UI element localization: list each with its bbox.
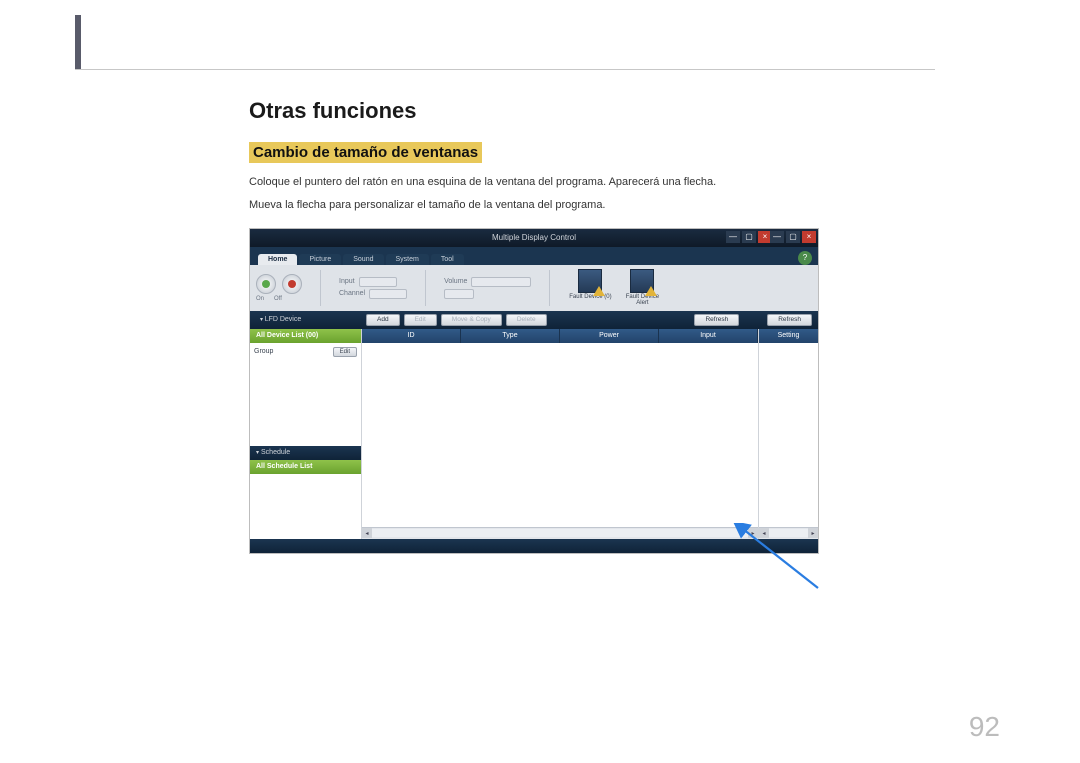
separator bbox=[425, 270, 426, 306]
page-heading: Otras funciones bbox=[249, 98, 939, 124]
lfd-device-section[interactable]: LFD Device bbox=[256, 316, 362, 323]
ribbon-toolbar: On Off Input Channel Volume bbox=[250, 265, 818, 311]
tab-system[interactable]: System bbox=[386, 254, 429, 265]
edit-button[interactable]: Edit bbox=[404, 314, 437, 326]
col-input[interactable]: Input bbox=[659, 329, 758, 343]
tab-sound[interactable]: Sound bbox=[343, 254, 383, 265]
close-button-2[interactable]: × bbox=[802, 231, 816, 243]
horizontal-scrollbar-2[interactable]: ◂ ▸ bbox=[759, 527, 818, 539]
sidebar-edit-button[interactable]: Edit bbox=[333, 347, 357, 357]
section-subheading: Cambio de tamaño de ventanas bbox=[249, 142, 482, 163]
refresh-button[interactable]: Refresh bbox=[694, 314, 739, 326]
main-split: All Device List (00) Group Edit Schedule… bbox=[250, 329, 818, 539]
move-copy-button[interactable]: Move & Copy bbox=[441, 314, 502, 326]
section-marker bbox=[75, 15, 81, 69]
power-off-icon bbox=[288, 280, 296, 288]
refresh-button-2[interactable]: Refresh bbox=[767, 314, 812, 326]
sidebar-all-devices[interactable]: All Device List (00) bbox=[250, 329, 361, 343]
add-button[interactable]: Add bbox=[366, 314, 400, 326]
col-id[interactable]: ID bbox=[362, 329, 461, 343]
scroll-right-icon[interactable]: ▸ bbox=[808, 528, 818, 538]
input-group: Input Channel bbox=[339, 277, 407, 299]
tab-tool[interactable]: Tool bbox=[431, 254, 464, 265]
minimize-button-2[interactable]: — bbox=[770, 231, 784, 243]
power-off-button[interactable] bbox=[282, 274, 302, 294]
help-icon[interactable]: ? bbox=[798, 251, 812, 265]
window-title: Multiple Display Control bbox=[492, 233, 576, 242]
embedded-screenshot: Multiple Display Control — ▢ × — ▢ × Hom… bbox=[249, 228, 819, 554]
fault-device-icon bbox=[578, 269, 602, 293]
device-grid: ID Type Power Input ◂ ▸ bbox=[362, 329, 758, 539]
volume-group: Volume bbox=[444, 277, 531, 299]
right-panel: Setting ◂ ▸ bbox=[758, 329, 818, 539]
volume-value-box[interactable] bbox=[444, 289, 474, 299]
col-setting[interactable]: Setting bbox=[759, 329, 818, 343]
delete-button[interactable]: Delete bbox=[506, 314, 547, 326]
paragraph-2: Mueva la flecha para personalizar el tam… bbox=[249, 198, 939, 213]
power-on-button[interactable] bbox=[256, 274, 276, 294]
sidebar-schedule-section[interactable]: Schedule bbox=[250, 446, 361, 460]
power-group: On Off bbox=[256, 274, 302, 302]
scroll-left-icon[interactable]: ◂ bbox=[362, 528, 372, 538]
tab-bar: Home Picture Sound System Tool ? bbox=[250, 247, 818, 265]
volume-label: Volume bbox=[444, 278, 467, 285]
fault-alert-button[interactable]: Fault Device Alert bbox=[620, 269, 664, 306]
separator bbox=[549, 270, 550, 306]
scroll-right-icon[interactable]: ▸ bbox=[748, 528, 758, 538]
col-power[interactable]: Power bbox=[560, 329, 659, 343]
paragraph-1: Coloque el puntero del ratón en una esqu… bbox=[249, 175, 939, 190]
scroll-track[interactable] bbox=[372, 529, 748, 537]
top-rule bbox=[75, 69, 935, 70]
input-dropdown[interactable] bbox=[359, 277, 397, 287]
input-label: Input bbox=[339, 278, 355, 285]
sidebar-group-label: Group bbox=[254, 348, 273, 355]
page-number: 92 bbox=[969, 711, 1000, 743]
scroll-track[interactable] bbox=[769, 529, 808, 537]
fault-device-button[interactable]: Fault Device (0) bbox=[568, 269, 612, 306]
channel-label: Channel bbox=[339, 290, 365, 297]
action-bar: LFD Device Add Edit Move & Copy Delete R… bbox=[250, 311, 818, 329]
separator bbox=[320, 270, 321, 306]
col-type[interactable]: Type bbox=[461, 329, 560, 343]
tab-home[interactable]: Home bbox=[258, 254, 297, 265]
tab-picture[interactable]: Picture bbox=[299, 254, 341, 265]
power-on-icon bbox=[262, 280, 270, 288]
minimize-button[interactable]: — bbox=[726, 231, 740, 243]
maximize-button-2[interactable]: ▢ bbox=[786, 231, 800, 243]
volume-slider[interactable] bbox=[471, 277, 531, 287]
sidebar: All Device List (00) Group Edit Schedule… bbox=[250, 329, 362, 539]
horizontal-scrollbar[interactable]: ◂ ▸ bbox=[362, 527, 758, 539]
status-bar bbox=[250, 539, 818, 553]
window-titlebar: Multiple Display Control — ▢ × — ▢ × bbox=[250, 229, 818, 247]
maximize-button[interactable]: ▢ bbox=[742, 231, 756, 243]
grid-body bbox=[362, 343, 758, 527]
power-off-label: Off bbox=[274, 296, 282, 302]
scroll-left-icon[interactable]: ◂ bbox=[759, 528, 769, 538]
power-on-label: On bbox=[256, 296, 264, 302]
fault-alert-icon bbox=[630, 269, 654, 293]
channel-dropdown[interactable] bbox=[369, 289, 407, 299]
sidebar-all-schedule[interactable]: All Schedule List bbox=[250, 460, 361, 474]
